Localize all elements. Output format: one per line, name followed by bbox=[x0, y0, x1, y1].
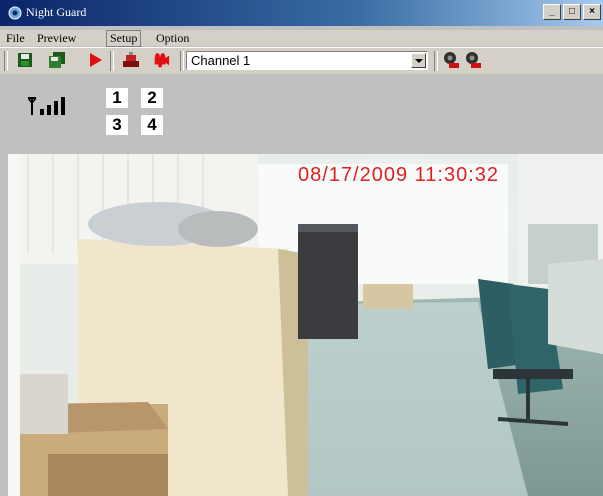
app-logo-icon bbox=[8, 6, 22, 20]
play-icon bbox=[90, 53, 102, 67]
maximize-button[interactable]: □ bbox=[563, 4, 581, 20]
camera-feed-image bbox=[8, 154, 603, 496]
toolbar-separator bbox=[434, 51, 438, 71]
status-panel: 1 2 3 4 bbox=[0, 74, 603, 152]
title-bar[interactable]: Night Guard _ □ × bbox=[0, 0, 603, 26]
video-timestamp: 08/17/2009 11:30:32 bbox=[298, 164, 500, 186]
toolbar-separator bbox=[110, 51, 114, 71]
alarm-off-icon bbox=[466, 52, 481, 68]
toolbar: Channel 1 bbox=[0, 47, 603, 75]
record-icon bbox=[123, 52, 139, 67]
play-button[interactable] bbox=[86, 51, 104, 69]
channel-2-indicator[interactable]: 2 bbox=[141, 88, 163, 108]
multi-save-icon bbox=[49, 52, 65, 68]
menu-file[interactable]: File bbox=[6, 31, 25, 46]
signal-strength-icon bbox=[28, 97, 65, 115]
alarm-on-icon bbox=[444, 52, 459, 68]
caption-buttons: _ □ × bbox=[543, 4, 601, 20]
channel-3-indicator[interactable]: 3 bbox=[106, 115, 128, 135]
alarm-off-button[interactable] bbox=[464, 51, 482, 69]
menu-option[interactable]: Option bbox=[156, 31, 189, 46]
toolbar-separator bbox=[4, 51, 8, 71]
save-button[interactable] bbox=[16, 51, 34, 69]
close-button[interactable]: × bbox=[583, 4, 601, 20]
alarm-on-button[interactable] bbox=[442, 51, 460, 69]
menu-preview[interactable]: Preview bbox=[37, 31, 76, 46]
chevron-down-icon[interactable] bbox=[411, 53, 426, 68]
channel-select-value: Channel 1 bbox=[191, 53, 251, 68]
menu-bar: File Preview Setup Option bbox=[0, 30, 603, 47]
minimize-button[interactable]: _ bbox=[543, 4, 561, 20]
channel-1-indicator[interactable]: 1 bbox=[106, 88, 128, 108]
window-title: Night Guard bbox=[26, 5, 87, 19]
app-window: Night Guard _ □ × File Preview Setup Opt… bbox=[0, 0, 603, 496]
save-icon bbox=[18, 53, 32, 67]
camera-button[interactable] bbox=[152, 51, 170, 69]
channel-select[interactable]: Channel 1 bbox=[186, 51, 428, 70]
video-preview[interactable]: 08/17/2009 11:30:32 bbox=[8, 154, 603, 496]
channel-4-indicator[interactable]: 4 bbox=[141, 115, 163, 135]
multi-save-button[interactable] bbox=[48, 51, 66, 69]
menu-setup[interactable]: Setup bbox=[106, 30, 142, 47]
record-button[interactable] bbox=[122, 51, 140, 69]
camera-icon bbox=[154, 53, 170, 68]
toolbar-separator bbox=[180, 51, 184, 71]
